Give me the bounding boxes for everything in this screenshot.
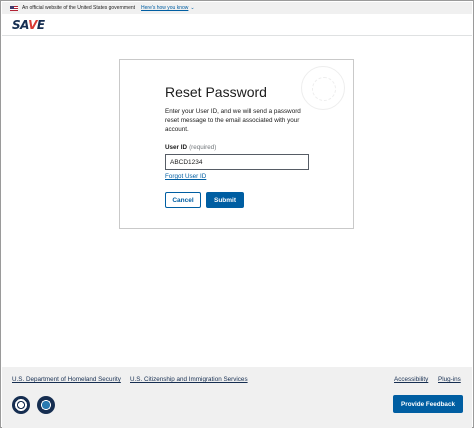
user-id-label: User ID (required) — [165, 144, 217, 151]
user-id-input[interactable] — [165, 154, 309, 170]
reset-instructions: Enter your User ID, and we will send a p… — [165, 108, 301, 133]
heres-how-you-know-link[interactable]: Here's how you know — [141, 5, 188, 11]
gov-banner-text: An official website of the United States… — [22, 5, 136, 11]
dhs-seal-icon[interactable] — [12, 396, 30, 414]
required-hint: (required) — [189, 144, 217, 151]
site-header: SAVE — [2, 14, 472, 36]
footer-link-accessibility[interactable]: Accessibility — [394, 376, 428, 383]
forgot-user-id-link[interactable]: Forgot User ID — [165, 173, 206, 180]
provide-feedback-button[interactable]: Provide Feedback — [393, 395, 463, 413]
uscis-seal-icon[interactable] — [37, 396, 55, 414]
cancel-button[interactable]: Cancel — [165, 192, 201, 208]
site-footer: U.S. Department of Homeland Security U.S… — [2, 367, 472, 428]
save-logo[interactable]: SAVE — [12, 18, 45, 32]
browser-frame: An official website of the United States… — [0, 0, 474, 428]
submit-button[interactable]: Submit — [206, 192, 244, 208]
chevron-down-icon[interactable]: ⌄ — [190, 5, 194, 11]
footer-link-dhs[interactable]: U.S. Department of Homeland Security — [12, 376, 121, 383]
page-title: Reset Password — [165, 84, 267, 100]
footer-link-uscis[interactable]: U.S. Citizenship and Immigration Service… — [130, 376, 248, 383]
us-flag-icon — [10, 5, 18, 11]
footer-link-plugins[interactable]: Plug-ins — [438, 376, 461, 383]
dhs-watermark-seal-icon — [301, 66, 345, 110]
reset-password-card: Reset Password Enter your User ID, and w… — [119, 59, 354, 229]
gov-banner: An official website of the United States… — [2, 2, 472, 14]
